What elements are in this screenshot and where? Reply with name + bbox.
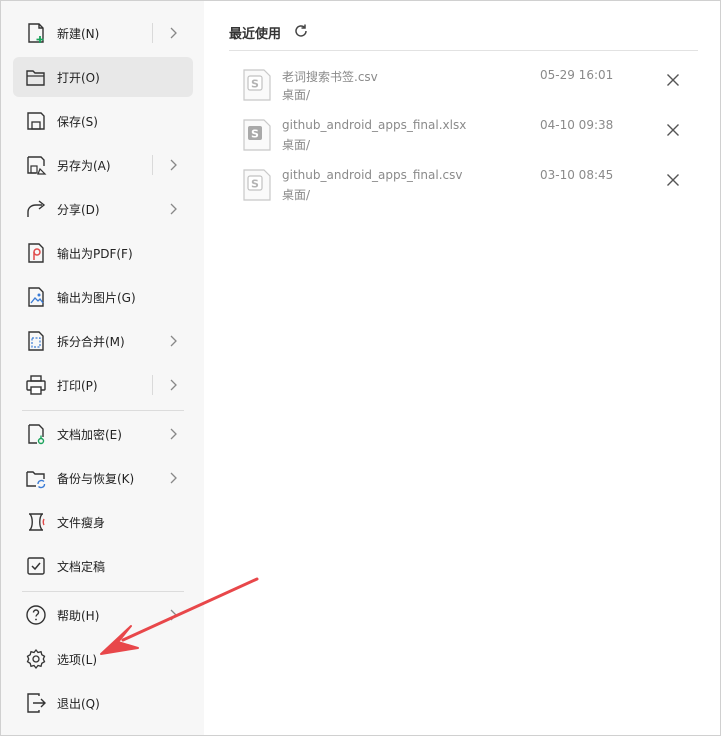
menu-divider xyxy=(22,410,184,411)
menu-item-label: 保存(S) xyxy=(57,115,98,129)
file-name: github_android_apps_final.xlsx xyxy=(282,118,467,132)
menu-item-export-image[interactable]: 输出为图片(G) xyxy=(13,277,193,317)
menu-item-exit[interactable]: 退出(Q) xyxy=(13,683,193,723)
menu-item-label: 输出为图片(G) xyxy=(57,291,136,305)
close-icon[interactable] xyxy=(665,172,681,188)
menu-item-label: 分享(D) xyxy=(57,203,100,217)
menu-item-label: 打开(O) xyxy=(57,71,100,85)
menu-item-label: 退出(Q) xyxy=(57,697,100,711)
file-path: 桌面/ xyxy=(282,138,311,152)
help-icon xyxy=(26,605,46,625)
chevron-right-icon[interactable] xyxy=(166,378,180,392)
gear-icon xyxy=(26,648,46,670)
encrypt-icon xyxy=(28,424,45,445)
menu-item-save[interactable]: 保存(S) xyxy=(13,101,193,141)
file-time: 03-10 08:45 xyxy=(540,168,614,182)
menu-item-save-as[interactable]: 另存为(A) xyxy=(13,145,193,185)
close-icon[interactable] xyxy=(665,72,681,88)
chevron-right-icon xyxy=(170,609,177,621)
recent-panel: 最近使用 S 老词搜索书签.csv 桌面/ 05-29 16:01 S gith… xyxy=(205,1,720,735)
menu-item-options[interactable]: 选项(L) xyxy=(13,639,193,679)
refresh-icon[interactable] xyxy=(293,23,309,39)
print-icon xyxy=(26,375,46,395)
menu-item-help[interactable]: 帮助(H) xyxy=(13,595,193,635)
menu-item-label: 打印(P) xyxy=(57,379,98,393)
file-slim-icon xyxy=(29,513,45,531)
menu-item-label: 帮助(H) xyxy=(57,609,100,623)
backup-restore-icon xyxy=(26,471,46,489)
chevron-right-icon xyxy=(170,203,177,215)
menu-item-new[interactable]: 新建(N) xyxy=(13,13,193,53)
exit-icon xyxy=(27,693,46,713)
menu-item-label: 文档加密(E) xyxy=(57,428,122,442)
file-name: github_android_apps_final.csv xyxy=(282,168,463,182)
file-path: 桌面/ xyxy=(282,88,311,102)
file-menu-sidebar: 新建(N) 打开(O) 保存(S) 另存为(A) 分享(D) 输出为PDF(F)… xyxy=(1,1,204,735)
svg-text:S: S xyxy=(251,178,259,191)
menu-item-share[interactable]: 分享(D) xyxy=(13,189,193,229)
finalize-icon xyxy=(27,557,45,575)
recent-file-row[interactable]: S github_android_apps_final.xlsx 桌面/ 04-… xyxy=(229,113,698,161)
chevron-right-icon xyxy=(170,472,177,484)
menu-item-label: 输出为PDF(F) xyxy=(57,247,133,261)
menu-item-backup-restore[interactable]: 备份与恢复(K) xyxy=(13,458,193,498)
menu-item-file-slim[interactable]: 文件瘦身 xyxy=(13,502,193,542)
export-image-icon xyxy=(28,287,44,307)
menu-item-split-merge[interactable]: 拆分合并(M) xyxy=(13,321,193,361)
xlsx-file-icon: S xyxy=(243,119,271,151)
file-name: 老词搜索书签.csv xyxy=(282,70,378,84)
menu-item-finalize[interactable]: 文档定稿 xyxy=(13,546,193,586)
menu-item-label: 新建(N) xyxy=(57,27,100,41)
export-pdf-icon xyxy=(28,243,44,263)
split-divider xyxy=(152,155,153,175)
chevron-right-icon[interactable] xyxy=(166,26,180,40)
split-divider xyxy=(152,375,153,395)
menu-item-encrypt[interactable]: 文档加密(E) xyxy=(13,414,193,454)
open-folder-icon xyxy=(26,70,45,86)
menu-item-label: 文档定稿 xyxy=(57,560,106,574)
svg-text:S: S xyxy=(251,78,259,91)
file-time: 05-29 16:01 xyxy=(540,68,614,82)
recent-file-row[interactable]: S github_android_apps_final.csv 桌面/ 03-1… xyxy=(229,163,698,211)
chevron-right-icon[interactable] xyxy=(166,158,180,172)
svg-text:S: S xyxy=(251,128,259,141)
recent-file-row[interactable]: S 老词搜索书签.csv 桌面/ 05-29 16:01 xyxy=(229,63,698,111)
menu-item-label: 拆分合并(M) xyxy=(57,335,125,349)
split-divider xyxy=(152,23,153,43)
csv-file-icon: S xyxy=(243,169,271,201)
menu-item-label: 另存为(A) xyxy=(57,159,111,173)
recent-title: 最近使用 xyxy=(229,27,282,42)
backstage-window: 新建(N) 打开(O) 保存(S) 另存为(A) 分享(D) 输出为PDF(F)… xyxy=(0,0,721,736)
save-icon xyxy=(27,112,45,130)
menu-item-label: 选项(L) xyxy=(57,653,98,667)
split-merge-icon xyxy=(28,331,44,351)
chevron-right-icon xyxy=(170,335,177,347)
menu-divider xyxy=(22,591,184,592)
file-time: 04-10 09:38 xyxy=(540,118,614,132)
menu-item-print[interactable]: 打印(P) xyxy=(13,365,193,405)
share-icon xyxy=(27,200,46,217)
close-icon[interactable] xyxy=(665,122,681,138)
file-path: 桌面/ xyxy=(282,188,311,202)
new-file-icon xyxy=(28,23,44,43)
chevron-right-icon xyxy=(170,428,177,440)
menu-item-export-pdf[interactable]: 输出为PDF(F) xyxy=(13,233,193,273)
menu-item-label: 备份与恢复(K) xyxy=(57,472,135,486)
section-divider xyxy=(229,50,698,51)
save-as-icon xyxy=(27,156,47,175)
csv-file-icon: S xyxy=(243,69,271,101)
menu-item-label: 文件瘦身 xyxy=(57,516,106,530)
menu-item-open[interactable]: 打开(O) xyxy=(13,57,193,97)
